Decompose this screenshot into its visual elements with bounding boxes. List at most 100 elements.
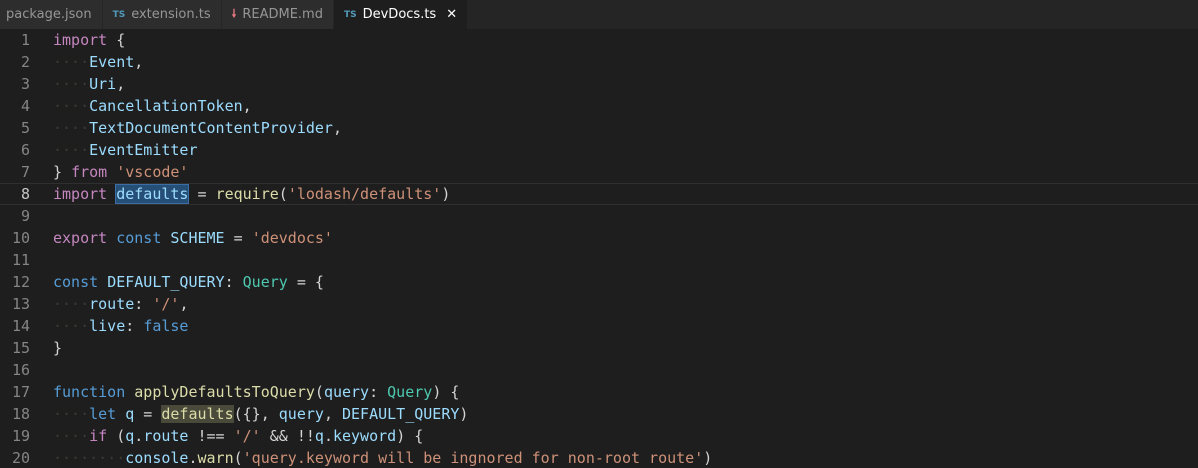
- code-token: =: [224, 229, 252, 247]
- code-token: route: [89, 295, 135, 313]
- code-token: ): [703, 449, 713, 467]
- line-number: 18: [11, 405, 30, 423]
- code-token: query: [323, 383, 370, 401]
- code-line[interactable]: 7} from 'vscode': [0, 161, 1198, 183]
- tab-extension-ts[interactable]: TS extension.ts: [102, 0, 222, 29]
- code-text: }: [30, 337, 62, 359]
- code-line[interactable]: 3 ····Uri,: [0, 73, 1198, 95]
- whitespace-marker: ····: [53, 141, 90, 159]
- code-line[interactable]: 18 ····let q = defaults({}, query, DEFAUL…: [0, 403, 1198, 425]
- code-token: '/': [233, 427, 261, 445]
- code-token: defaults: [115, 184, 190, 204]
- code-token: DEFAULT_QUERY: [107, 273, 225, 291]
- code-line[interactable]: 19 ····if (q.route !== '/' && !!q.keyword…: [0, 425, 1198, 447]
- code-line[interactable]: 20 ········console.warn('query.keyword wi…: [0, 447, 1198, 468]
- code-token: if: [89, 427, 108, 445]
- tab-label: README.md: [242, 7, 323, 22]
- code-text: ····if (q.route !== '/' && !!q.keyword) …: [30, 425, 423, 447]
- line-number: 19: [11, 427, 30, 445]
- code-text: ····Uri,: [30, 73, 125, 95]
- code-token: EventEmitter: [89, 141, 198, 159]
- code-line[interactable]: 16: [0, 359, 1198, 381]
- code-editor[interactable]: 1 import {2 ····Event, 3 ····Uri, 4 ····Cancel…: [0, 29, 1198, 468]
- typescript-file-icon: TS: [343, 9, 357, 20]
- tab-devdocs-ts[interactable]: TS DevDocs.ts ✕: [333, 0, 469, 29]
- code-token: =: [134, 405, 162, 423]
- code-token: let: [89, 405, 117, 423]
- code-line[interactable]: 8 import defaults = require('lodash/defau…: [0, 183, 1198, 205]
- code-text: ····Event,: [30, 51, 143, 73]
- code-line[interactable]: 13 ····route: '/',: [0, 293, 1198, 315]
- code-token: ,: [134, 53, 144, 71]
- code-text: ····CancellationToken,: [30, 95, 252, 117]
- code-line[interactable]: 12 const DEFAULT_QUERY: Query = {: [0, 271, 1198, 293]
- code-token: live: [89, 317, 126, 335]
- code-line[interactable]: 1 import {: [0, 29, 1198, 51]
- line-number: 7: [20, 163, 30, 181]
- line-number: 4: [20, 97, 30, 115]
- code-token: q: [314, 427, 324, 445]
- code-token: defaults: [161, 405, 234, 423]
- code-token: query: [278, 405, 324, 423]
- code-line[interactable]: 6 ····EventEmitter: [0, 139, 1198, 161]
- code-token: ): [441, 185, 451, 203]
- code-token: from: [71, 163, 108, 181]
- line-number: 9: [20, 207, 30, 225]
- code-text: import defaults = require('lodash/defaul…: [30, 183, 450, 205]
- code-token: ,: [242, 97, 252, 115]
- code-token: 'query.keyword will be ingnored for non-…: [242, 449, 704, 467]
- editor-tab-bar: package.json TS extension.ts 🠗 README.md TS De…: [0, 0, 1198, 29]
- code-token: export: [53, 229, 108, 247]
- code-token: (: [233, 449, 243, 467]
- code-line[interactable]: 2 ····Event,: [0, 51, 1198, 73]
- code-line[interactable]: 15}: [0, 337, 1198, 359]
- code-line[interactable]: 17 function applyDefaultsToQuery(query: Q…: [0, 381, 1198, 403]
- code-token: .: [188, 449, 198, 467]
- line-number: 1: [20, 31, 30, 49]
- code-line[interactable]: 4 ····CancellationToken,: [0, 95, 1198, 117]
- code-token: q: [125, 427, 135, 445]
- line-number: 12: [11, 273, 30, 291]
- code-line[interactable]: 5 ····TextDocumentContentProvider,: [0, 117, 1198, 139]
- code-text: ····let q = defaults({}, query, DEFAULT_…: [30, 403, 468, 425]
- line-number: 15: [11, 339, 30, 357]
- code-token: false: [143, 317, 189, 335]
- line-number: 14: [11, 317, 30, 335]
- code-text: export const SCHEME = 'devdocs': [30, 227, 333, 249]
- code-line[interactable]: 11: [0, 249, 1198, 271]
- tab-package-json[interactable]: package.json: [0, 0, 103, 29]
- code-line[interactable]: 10 export const SCHEME = 'devdocs': [0, 227, 1198, 249]
- code-token: ) {: [396, 427, 424, 445]
- whitespace-marker: ····: [53, 97, 90, 115]
- tab-readme-md[interactable]: 🠗 README.md: [221, 0, 334, 29]
- whitespace-marker: ····: [53, 119, 90, 137]
- code-line[interactable]: 9: [0, 205, 1198, 227]
- code-token: 'vscode': [116, 163, 189, 181]
- code-token: CancellationToken: [89, 97, 243, 115]
- code-token: ): [459, 405, 469, 423]
- line-number: 16: [11, 361, 30, 379]
- code-token: }: [53, 163, 72, 181]
- code-token: require: [215, 185, 279, 203]
- code-token: (: [314, 383, 324, 401]
- code-token: ({},: [233, 405, 279, 423]
- code-text: ····TextDocumentContentProvider,: [30, 117, 342, 139]
- code-token: (: [107, 427, 126, 445]
- code-text: ····live: false: [30, 315, 188, 337]
- code-token: Uri: [89, 75, 117, 93]
- code-token: console: [125, 449, 189, 467]
- code-token: && !!: [260, 427, 315, 445]
- line-number: 3: [20, 75, 30, 93]
- whitespace-marker: ····: [53, 317, 90, 335]
- code-token: ,: [323, 405, 342, 423]
- line-number: 10: [11, 229, 30, 247]
- close-icon[interactable]: ✕: [446, 7, 457, 22]
- code-text: ····EventEmitter: [30, 139, 198, 161]
- typescript-file-icon: TS: [112, 9, 126, 20]
- code-line[interactable]: 14 ····live: false: [0, 315, 1198, 337]
